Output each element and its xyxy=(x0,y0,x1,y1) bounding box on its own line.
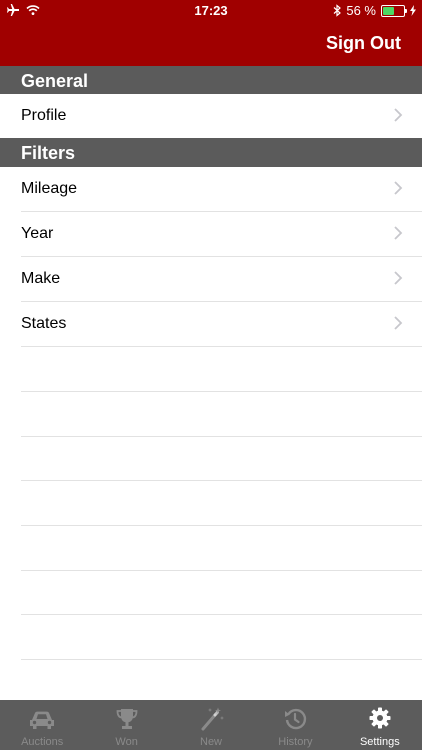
trophy-icon xyxy=(116,709,138,729)
row-label: Profile xyxy=(21,107,67,124)
section-header-general: General xyxy=(0,66,422,94)
chevron-right-icon xyxy=(394,316,403,330)
empty-row-separator xyxy=(21,614,422,615)
battery-level xyxy=(383,6,395,15)
empty-row-separator xyxy=(21,436,422,437)
status-bar: 17:23 56 % xyxy=(0,0,422,22)
tab-settings[interactable]: Settings xyxy=(338,700,422,750)
row-label: Mileage xyxy=(21,180,78,197)
tab-new[interactable]: New xyxy=(169,700,253,750)
chevron-right-icon xyxy=(394,271,403,285)
section-title: General xyxy=(21,71,89,91)
history-icon xyxy=(285,708,307,730)
row-label: Year xyxy=(21,225,54,242)
bluetooth-icon xyxy=(333,4,342,17)
tab-label: Won xyxy=(115,736,138,748)
tab-history[interactable]: History xyxy=(253,700,337,750)
section-title: Filters xyxy=(21,143,76,163)
settings-row-make[interactable]: Make xyxy=(0,257,422,301)
row-separator xyxy=(21,346,422,347)
gear-icon xyxy=(369,707,391,729)
battery-percent: 56 % xyxy=(346,3,376,18)
chevron-right-icon xyxy=(394,226,403,240)
tab-auctions[interactable]: Auctions xyxy=(0,700,84,750)
chevron-right-icon xyxy=(394,108,403,122)
empty-row-separator xyxy=(21,525,422,526)
section-header-filters: Filters xyxy=(0,138,422,167)
magic-wand-icon xyxy=(201,707,225,731)
chevron-right-icon xyxy=(394,181,403,195)
empty-row-separator xyxy=(21,570,422,571)
navigation-bar: 17:23 56 % Sign Out xyxy=(0,0,422,66)
tab-won[interactable]: Won xyxy=(84,700,168,750)
empty-row-separator xyxy=(21,480,422,481)
status-right: 56 % xyxy=(333,3,416,18)
empty-row-separator xyxy=(21,659,422,660)
tab-label: Settings xyxy=(359,736,400,748)
settings-row-mileage[interactable]: Mileage xyxy=(0,167,422,211)
settings-row-states[interactable]: States xyxy=(0,302,422,346)
settings-row-profile[interactable]: Profile xyxy=(0,94,422,138)
row-label: States xyxy=(21,315,67,332)
battery-icon xyxy=(381,4,407,17)
sign-out-button[interactable]: Sign Out xyxy=(326,33,401,54)
settings-row-year[interactable]: Year xyxy=(0,212,422,256)
tab-label: Auctions xyxy=(21,736,64,748)
tab-label: New xyxy=(200,736,223,748)
tab-label: History xyxy=(278,736,313,748)
row-label: Make xyxy=(21,270,61,287)
car-icon xyxy=(30,711,55,729)
tab-bar: Auctions Won New History Settings xyxy=(0,700,422,750)
charging-icon xyxy=(410,5,416,16)
empty-row-separator xyxy=(21,391,422,392)
